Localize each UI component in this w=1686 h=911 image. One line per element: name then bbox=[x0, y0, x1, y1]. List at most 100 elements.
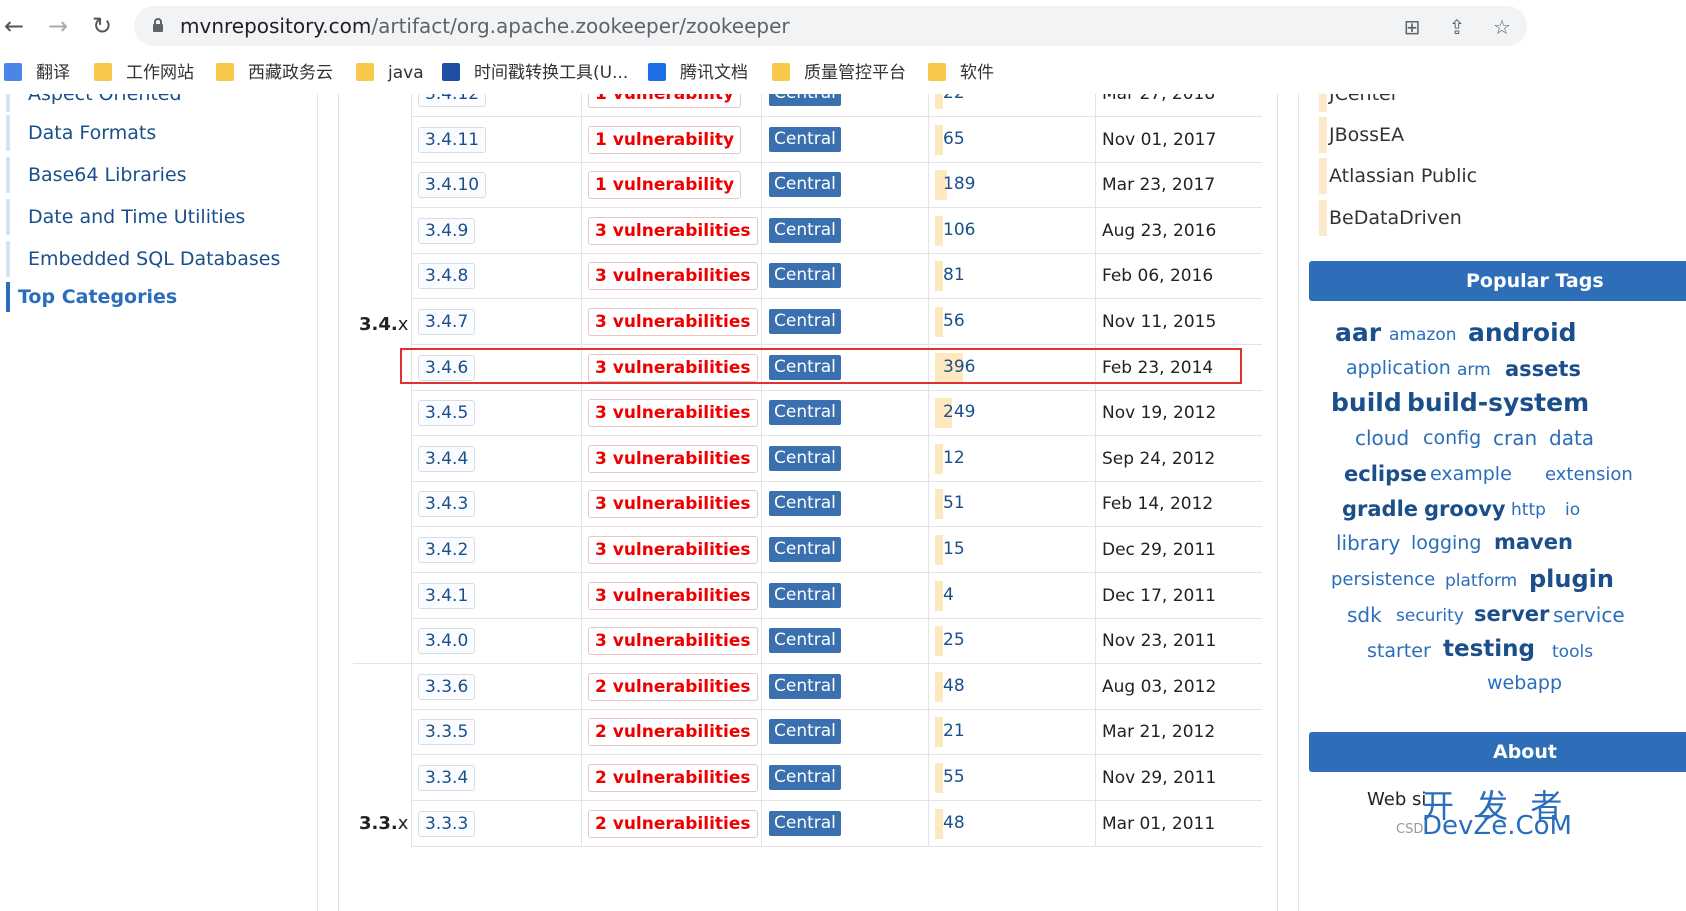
usages-link[interactable]: 249 bbox=[943, 400, 975, 424]
tag-link[interactable]: gradle bbox=[1342, 497, 1418, 521]
tag-link[interactable]: data bbox=[1549, 426, 1594, 450]
version-link[interactable]: 3.3.6 bbox=[418, 673, 476, 700]
vulnerability-link[interactable]: 2 vulnerabilities bbox=[588, 718, 758, 747]
vulnerability-link[interactable]: 1 vulnerability bbox=[588, 171, 742, 200]
category-link[interactable]: Embedded SQL Databases bbox=[6, 241, 296, 277]
version-link[interactable]: 3.4.5 bbox=[418, 400, 476, 427]
tag-link[interactable]: webapp bbox=[1487, 672, 1562, 694]
repository-badge[interactable]: Central bbox=[769, 126, 841, 152]
bookmark-item[interactable]: 翻译 bbox=[4, 60, 70, 86]
repository-badge[interactable]: Central bbox=[769, 309, 841, 334]
repository-badge[interactable]: Central bbox=[769, 94, 841, 106]
category-link[interactable]: Aspect Oriented bbox=[6, 94, 296, 112]
vulnerability-link[interactable]: 2 vulnerabilities bbox=[588, 672, 758, 701]
tag-link[interactable]: build bbox=[1331, 388, 1402, 417]
tag-link[interactable]: starter bbox=[1367, 640, 1431, 662]
repository-badge[interactable]: Central bbox=[769, 400, 841, 426]
version-link[interactable]: 3.4.8 bbox=[418, 263, 476, 290]
repository-badge[interactable]: Central bbox=[769, 765, 841, 790]
tag-link[interactable]: maven bbox=[1494, 530, 1573, 554]
usages-link[interactable]: 15 bbox=[943, 537, 965, 561]
tag-link[interactable]: server bbox=[1474, 602, 1549, 626]
repository-badge[interactable]: Central bbox=[769, 172, 841, 198]
category-link[interactable]: Base64 Libraries bbox=[6, 157, 296, 193]
vulnerability-link[interactable]: 3 vulnerabilities bbox=[588, 627, 758, 656]
address-bar[interactable]: mvnrepository.com/artifact/org.apache.zo… bbox=[134, 6, 1527, 46]
vulnerability-link[interactable]: 1 vulnerability bbox=[588, 125, 742, 154]
version-link[interactable]: 3.3.3 bbox=[418, 810, 476, 837]
vulnerability-link[interactable]: 3 vulnerabilities bbox=[588, 581, 758, 610]
vulnerability-link[interactable]: 3 vulnerabilities bbox=[588, 262, 758, 291]
vulnerability-link[interactable]: 2 vulnerabilities bbox=[588, 809, 758, 838]
vulnerability-link[interactable]: 3 vulnerabilities bbox=[588, 399, 758, 428]
vulnerability-link[interactable]: 3 vulnerabilities bbox=[588, 444, 758, 473]
version-link[interactable]: 3.4.11 bbox=[418, 126, 487, 153]
version-link[interactable]: 3.4.4 bbox=[418, 445, 476, 472]
repository-badge[interactable]: Central bbox=[769, 537, 841, 562]
tag-link[interactable]: eclipse bbox=[1344, 462, 1427, 486]
repository-badge[interactable]: Central bbox=[769, 810, 841, 836]
usages-link[interactable]: 21 bbox=[943, 719, 965, 743]
tag-link[interactable]: persistence bbox=[1331, 569, 1435, 590]
tag-link[interactable]: library bbox=[1336, 531, 1400, 555]
version-link[interactable]: 3.4.7 bbox=[418, 309, 476, 335]
version-link[interactable]: 3.4.2 bbox=[418, 537, 476, 563]
repository-badge[interactable]: Central bbox=[769, 263, 841, 289]
repository-link[interactable]: JBossEA bbox=[1319, 117, 1404, 153]
tag-link[interactable]: arm bbox=[1457, 360, 1491, 380]
category-link[interactable]: Data Formats bbox=[6, 115, 296, 151]
tag-link[interactable]: testing bbox=[1443, 636, 1535, 662]
repository-badge[interactable]: Central bbox=[769, 628, 841, 654]
version-link[interactable]: 3.3.4 bbox=[418, 765, 476, 791]
version-link[interactable]: 3.4.10 bbox=[418, 172, 487, 199]
tag-link[interactable]: http bbox=[1511, 500, 1546, 520]
vulnerability-link[interactable]: 3 vulnerabilities bbox=[588, 308, 758, 336]
tag-link[interactable]: security bbox=[1396, 606, 1464, 626]
forward-icon[interactable]: → bbox=[44, 10, 72, 42]
vulnerability-link[interactable]: 2 vulnerabilities bbox=[588, 764, 758, 792]
usages-link[interactable]: 189 bbox=[943, 172, 975, 196]
vulnerability-link[interactable]: 1 vulnerability bbox=[588, 94, 742, 108]
tag-link[interactable]: example bbox=[1430, 463, 1512, 485]
tag-link[interactable]: groovy bbox=[1424, 497, 1506, 521]
usages-link[interactable]: 51 bbox=[943, 491, 965, 515]
tag-link[interactable]: sdk bbox=[1347, 603, 1382, 627]
usages-link[interactable]: 22 bbox=[943, 94, 965, 105]
repository-badge[interactable]: Central bbox=[769, 673, 841, 699]
version-link[interactable]: 3.4.9 bbox=[418, 217, 476, 244]
tag-link[interactable]: aar bbox=[1335, 318, 1381, 347]
tag-link[interactable]: android bbox=[1468, 318, 1577, 347]
usages-link[interactable]: 4 bbox=[943, 583, 954, 607]
version-link[interactable]: 3.4.12 bbox=[418, 94, 487, 107]
tag-link[interactable]: io bbox=[1565, 500, 1580, 520]
category-link[interactable]: Date and Time Utilities bbox=[6, 199, 296, 235]
bookmark-item[interactable]: 时间戳转换工具(U... bbox=[442, 60, 628, 86]
vulnerability-link[interactable]: 3 vulnerabilities bbox=[588, 536, 758, 564]
usages-link[interactable]: 56 bbox=[943, 309, 965, 333]
version-link[interactable]: 3.4.1 bbox=[418, 582, 476, 609]
repository-badge[interactable]: Central bbox=[769, 217, 841, 243]
tag-link[interactable]: assets bbox=[1505, 357, 1581, 381]
tag-link[interactable]: extension bbox=[1545, 464, 1633, 485]
usages-link[interactable]: 55 bbox=[943, 765, 965, 789]
version-link[interactable]: 3.3.5 bbox=[418, 719, 476, 746]
bookmark-item[interactable]: 腾讯文档 bbox=[648, 60, 748, 86]
usages-link[interactable]: 81 bbox=[943, 263, 965, 287]
back-icon[interactable]: ← bbox=[0, 10, 28, 42]
usages-link[interactable]: 65 bbox=[943, 127, 965, 151]
vulnerability-link[interactable]: 3 vulnerabilities bbox=[588, 216, 758, 245]
bookmark-item[interactable]: java bbox=[356, 60, 424, 86]
version-link[interactable]: 3.4.0 bbox=[418, 628, 476, 655]
version-link[interactable]: 3.4.3 bbox=[418, 491, 476, 518]
tag-link[interactable]: tools bbox=[1552, 642, 1593, 662]
repository-badge[interactable]: Central bbox=[769, 719, 841, 745]
repository-link[interactable]: Atlassian Public bbox=[1319, 158, 1477, 194]
usages-link[interactable]: 25 bbox=[943, 628, 965, 652]
repository-badge[interactable]: Central bbox=[769, 491, 841, 517]
tag-link[interactable]: cran bbox=[1493, 426, 1537, 450]
repository-badge[interactable]: Central bbox=[769, 582, 841, 608]
usages-link[interactable]: 12 bbox=[943, 446, 965, 470]
top-categories-link[interactable]: Top Categories bbox=[6, 282, 177, 312]
reload-icon[interactable]: ↻ bbox=[88, 10, 116, 42]
repository-link[interactable]: BeDataDriven bbox=[1319, 200, 1462, 236]
